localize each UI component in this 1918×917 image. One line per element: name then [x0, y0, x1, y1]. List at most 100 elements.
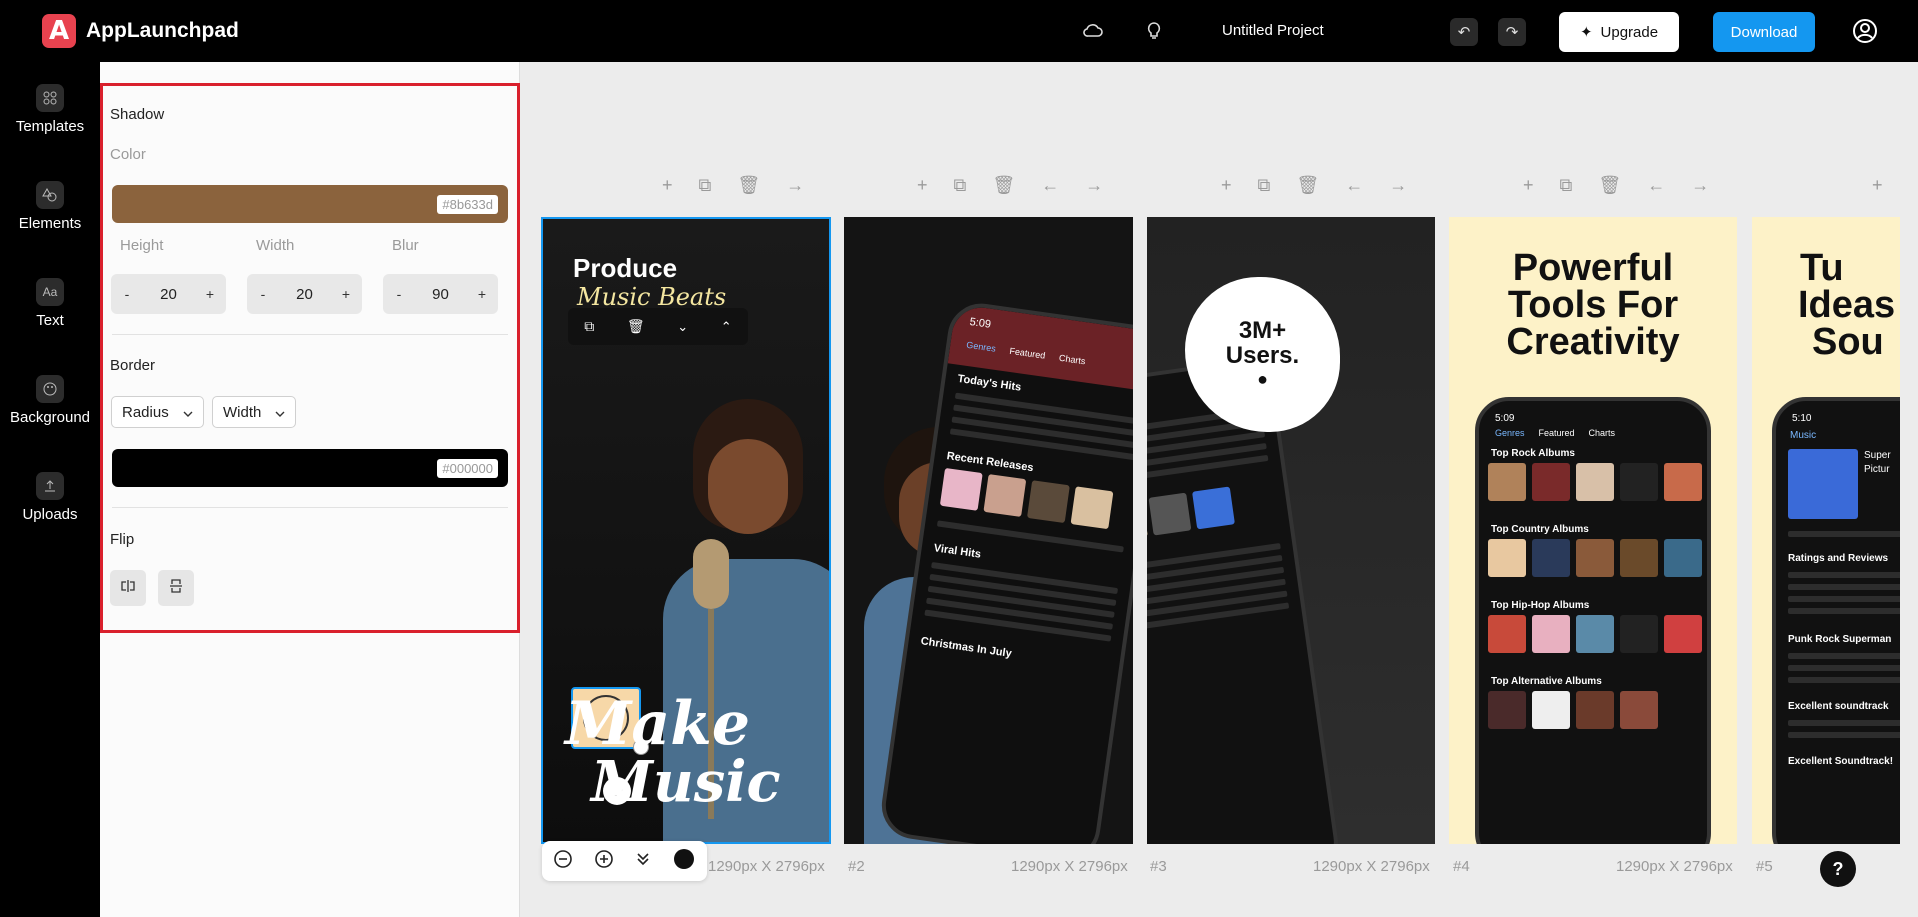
nav-uploads[interactable]: Uploads — [0, 472, 100, 523]
phone-section-title: Top Country Albums — [1491, 524, 1589, 535]
phone-album-title: Super — [1864, 450, 1891, 461]
trash-icon[interactable]: 🗑 — [627, 318, 645, 335]
chevron-up-icon[interactable]: ⌃ — [721, 319, 732, 335]
flip-horizontal-button[interactable] — [110, 570, 146, 606]
download-button[interactable]: Download — [1713, 12, 1815, 52]
frame-5-headline-1[interactable]: Tu — [1800, 249, 1844, 287]
frame-5-headline-2[interactable]: Ideas — [1798, 286, 1895, 324]
width-stepper[interactable]: - 20 + — [247, 274, 362, 314]
frame-4-headline-2[interactable]: Tools For — [1449, 286, 1737, 324]
frame-4-headline-3[interactable]: Creativity — [1449, 323, 1737, 361]
nav-text[interactable]: Aa Text — [0, 278, 100, 329]
zoom-controls — [542, 841, 707, 881]
increment-button[interactable]: + — [476, 286, 488, 302]
divider — [112, 334, 508, 335]
frame-2-toolbar: + ⧉ 🗑 ← → — [917, 175, 1103, 196]
trash-icon[interactable]: 🗑 — [1598, 175, 1621, 196]
help-button[interactable]: ? — [1820, 851, 1856, 887]
frame-5-headline-3[interactable]: Sou — [1812, 323, 1884, 361]
arrow-right-icon[interactable]: → — [786, 175, 804, 196]
frame-3[interactable]: 3M+ Users. ● — [1147, 217, 1435, 844]
redo-icon[interactable]: ↷ — [1498, 18, 1526, 46]
shapes-icon — [36, 181, 64, 209]
copy-icon[interactable]: ⧉ — [1560, 175, 1573, 196]
frame-1-toolbar: + ⧉ 🗑 → — [662, 175, 804, 196]
height-value[interactable]: 20 — [160, 286, 177, 303]
frame-3-label: #3 — [1150, 858, 1167, 875]
cloud-icon[interactable] — [1080, 18, 1106, 44]
upgrade-button[interactable]: ✦ Upgrade — [1559, 12, 1679, 52]
height-stepper[interactable]: - 20 + — [111, 274, 226, 314]
border-color-hex[interactable]: #000000 — [437, 459, 498, 478]
border-color-picker[interactable]: #000000 — [112, 449, 508, 487]
frame-2-phone-mockup: 5:09 Genres Featured Charts Today's Hits… — [877, 299, 1133, 844]
blur-stepper[interactable]: - 90 + — [383, 274, 498, 314]
radius-dropdown[interactable]: Radius — [111, 396, 204, 428]
chevron-down-icon[interactable]: ⌄ — [677, 319, 688, 335]
shadow-color-hex[interactable]: #8b633d — [437, 195, 498, 214]
arrow-left-icon[interactable]: ← — [1041, 175, 1059, 196]
sparkle-icon: ✦ — [1579, 24, 1593, 41]
frame-2[interactable]: 5:09 Genres Featured Charts Today's Hits… — [844, 217, 1133, 844]
arrow-left-icon[interactable]: ← — [1345, 175, 1363, 196]
app-name: AppLaunchpad — [86, 19, 239, 42]
blur-value[interactable]: 90 — [432, 286, 449, 303]
top-bar: A AppLaunchpad Untitled Project ↶ ↷ ✦ Up… — [0, 0, 1918, 62]
decrement-button[interactable]: - — [393, 286, 405, 302]
project-title[interactable]: Untitled Project — [1222, 22, 1324, 39]
undo-icon[interactable]: ↶ — [1450, 18, 1478, 46]
copy-icon[interactable]: ⧉ — [699, 175, 712, 196]
color-dot-icon[interactable] — [673, 848, 695, 875]
zoom-in-icon[interactable] — [595, 849, 613, 873]
trash-icon[interactable]: 🗑 — [1296, 175, 1319, 196]
trash-icon[interactable]: 🗑 — [992, 175, 1015, 196]
decrement-button[interactable]: - — [121, 286, 133, 302]
phone-review-title: Excellent soundtrack — [1788, 701, 1889, 712]
nav-background[interactable]: Background — [0, 375, 100, 426]
nav-label: Elements — [18, 215, 82, 232]
trash-icon[interactable]: 🗑 — [737, 175, 760, 196]
nav-elements[interactable]: Elements — [0, 181, 100, 232]
lightbulb-icon[interactable] — [1141, 18, 1167, 44]
flip-vertical-button[interactable] — [158, 570, 194, 606]
frame-2-size: 1290px X 2796px — [1011, 858, 1128, 875]
add-icon[interactable]: + — [1221, 175, 1232, 196]
decrement-button[interactable]: - — [257, 286, 269, 302]
account-icon[interactable] — [1852, 18, 1878, 44]
nav-label: Templates — [15, 118, 85, 135]
border-width-dropdown[interactable]: Width — [212, 396, 297, 428]
frame-1-subheadline[interactable]: Music Beats — [577, 283, 726, 311]
frame-5[interactable]: Tu Ideas Sou 5:10 Music Super Pictur Rat… — [1752, 217, 1900, 844]
arrow-left-icon[interactable]: ← — [1647, 175, 1665, 196]
zoom-out-icon[interactable] — [553, 849, 572, 873]
app-logo[interactable]: A AppLaunchpad — [42, 14, 239, 48]
frame-1-music-text[interactable]: Music — [591, 754, 781, 810]
duplicate-icon[interactable]: ⧉ — [584, 318, 594, 335]
frame-1-make-text[interactable]: Make — [565, 694, 750, 754]
frame-5-phone-mockup: 5:10 Music Super Pictur Ratings and Revi… — [1772, 397, 1900, 844]
phone-back-link: Music — [1790, 430, 1817, 441]
copy-icon[interactable]: ⧉ — [954, 175, 967, 196]
width-value[interactable]: 20 — [296, 286, 313, 303]
add-icon[interactable]: + — [662, 175, 673, 196]
arrow-right-icon[interactable]: → — [1691, 175, 1709, 196]
frame-3-size: 1290px X 2796px — [1313, 858, 1430, 875]
shadow-color-picker[interactable]: #8b633d — [112, 185, 508, 223]
nav-label: Background — [9, 409, 91, 426]
badge-count: 3M+ — [1238, 317, 1287, 345]
increment-button[interactable]: + — [340, 286, 352, 302]
arrow-right-icon[interactable]: → — [1085, 175, 1103, 196]
add-icon[interactable]: + — [917, 175, 928, 196]
width-dropdown-label: Width — [223, 403, 262, 421]
increment-button[interactable]: + — [204, 286, 216, 302]
arrow-right-icon[interactable]: → — [1389, 175, 1407, 196]
copy-icon[interactable]: ⧉ — [1258, 175, 1271, 196]
frame-4[interactable]: Powerful Tools For Creativity 5:09 Genre… — [1449, 217, 1737, 844]
frame-4-headline-1[interactable]: Powerful — [1449, 249, 1737, 287]
frame-1-headline[interactable]: Produce — [573, 253, 677, 284]
add-icon[interactable]: + — [1523, 175, 1534, 196]
width-label: Width — [256, 237, 295, 254]
nav-templates[interactable]: Templates — [0, 84, 100, 135]
add-icon[interactable]: + — [1872, 175, 1883, 196]
collapse-icon[interactable] — [636, 852, 650, 871]
